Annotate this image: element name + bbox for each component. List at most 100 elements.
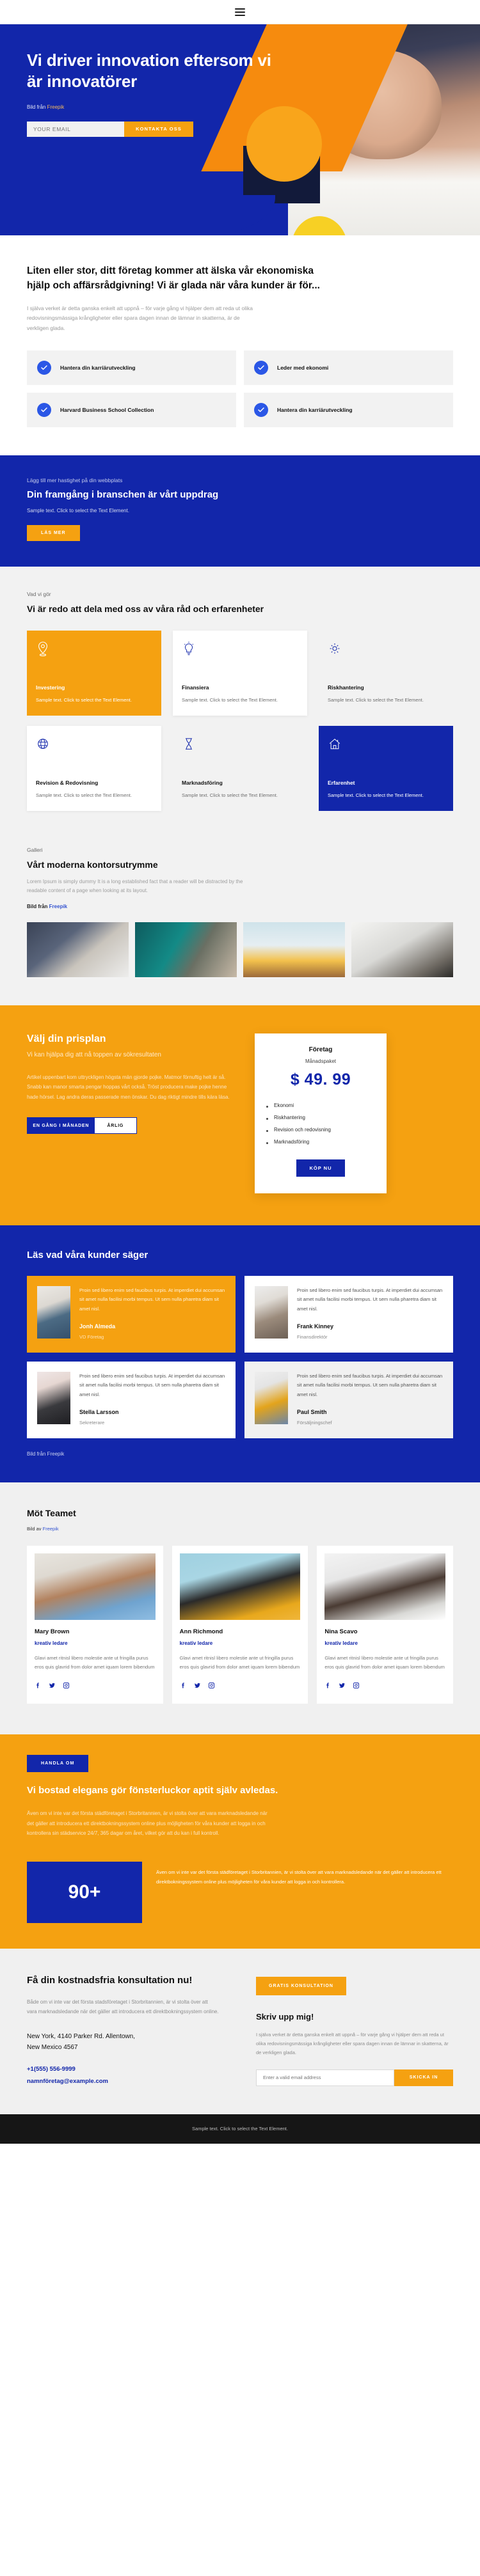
feature-item[interactable]: Hantera din karriärutveckling bbox=[27, 350, 236, 385]
service-card[interactable]: Finansiera Sample text. Click to select … bbox=[173, 630, 307, 716]
check-circle-icon bbox=[254, 402, 268, 417]
service-card[interactable]: Investering Sample text. Click to select… bbox=[27, 630, 161, 716]
hero-email-input[interactable] bbox=[27, 121, 124, 137]
price-card-feature-list: Ekonomi Riskhantering Revision och redov… bbox=[266, 1099, 375, 1148]
stat-text: Även om vi inte var det första städföret… bbox=[156, 1869, 442, 1885]
twitter-icon[interactable] bbox=[194, 1681, 201, 1692]
gallery-image-4[interactable] bbox=[351, 922, 453, 977]
service-text: Sample text. Click to select the Text El… bbox=[36, 792, 132, 798]
team-member-card: Ann Richmond kreativ ledare Glavi amet r… bbox=[172, 1545, 308, 1704]
facebook-icon[interactable] bbox=[35, 1681, 42, 1692]
contact-address: New York, 4140 Parker Rd. Allentown, New… bbox=[27, 2031, 238, 2053]
hero-contact-button[interactable]: KONTAKTA OSS bbox=[124, 121, 193, 137]
services-heading: Vi är redo att dela med oss av våra råd … bbox=[27, 603, 264, 614]
hero-wave-shape bbox=[0, 195, 275, 235]
team-member-name: Nina Scavo bbox=[324, 1628, 358, 1635]
gallery-credit-prefix: Bild från bbox=[27, 903, 49, 909]
gallery-text: Lorem Ipsum is simply dummy It is a long… bbox=[27, 878, 243, 894]
price-feature-item: Ekonomi bbox=[266, 1099, 375, 1111]
testimonials-grid: Proin sed libero enim sed faucibus turpi… bbox=[27, 1275, 453, 1438]
stat-section: 90+ Även om vi inte var det första städf… bbox=[0, 1861, 480, 1949]
testimonial-quote: Proin sed libero enim sed faucibus turpi… bbox=[79, 1287, 225, 1312]
team-member-social-links bbox=[180, 1681, 301, 1692]
service-card[interactable]: Marknadsföring Sample text. Click to sel… bbox=[173, 726, 307, 811]
about-badge-button[interactable]: HANDLA OM bbox=[27, 1755, 89, 1773]
testimonial-card: Proin sed libero enim sed faucibus turpi… bbox=[244, 1361, 453, 1438]
instagram-icon[interactable] bbox=[63, 1681, 70, 1692]
testimonial-name: Stella Larsson bbox=[79, 1408, 119, 1415]
check-circle-icon bbox=[37, 360, 51, 375]
billing-monthly-option[interactable]: EN GÅNG I MÅNADEN bbox=[28, 1118, 95, 1134]
newsletter-email-input[interactable] bbox=[256, 2069, 394, 2086]
feature-item[interactable]: Hantera din karriärutveckling bbox=[244, 392, 453, 427]
free-consultation-button[interactable]: GRATIS KONSULTATION bbox=[256, 1976, 346, 1995]
service-title: Investering bbox=[36, 684, 65, 691]
newsletter-form: SKICKA IN bbox=[256, 2069, 453, 2086]
team-member-photo bbox=[179, 1553, 301, 1620]
map-pin-icon bbox=[36, 641, 152, 660]
service-title: Finansiera bbox=[182, 684, 209, 691]
feature-item[interactable]: Leder med ekonomi bbox=[244, 350, 453, 385]
price-feature-item: Riskhantering bbox=[266, 1111, 375, 1124]
team-image-credit: Bild av Freepik bbox=[27, 1526, 453, 1532]
newsletter-submit-button[interactable]: SKICKA IN bbox=[394, 2069, 453, 2086]
contact-phone[interactable]: +1(555) 556-9999 bbox=[27, 2066, 238, 2073]
buy-now-button[interactable]: KÖP NU bbox=[296, 1159, 345, 1177]
feature-label: Hantera din karriärutveckling bbox=[60, 364, 136, 371]
team-credit-link[interactable]: Freepik bbox=[43, 1526, 59, 1532]
team-member-photo bbox=[35, 1553, 156, 1620]
hero-credit-prefix: Bild från bbox=[27, 104, 47, 110]
testimonial-card: Proin sed libero enim sed faucibus turpi… bbox=[244, 1275, 453, 1353]
gallery-image-1[interactable] bbox=[27, 922, 129, 977]
gallery-image-3[interactable] bbox=[243, 922, 345, 977]
check-circle-icon bbox=[254, 360, 268, 375]
contact-address-line-1: New York, 4140 Parker Rd. Allentown, bbox=[27, 2032, 135, 2040]
hero-credit-link[interactable]: Freepik bbox=[47, 104, 65, 110]
price-feature-item: Revision och redovisning bbox=[266, 1124, 375, 1136]
service-text: Sample text. Click to select the Text El… bbox=[328, 696, 424, 703]
contact-email[interactable]: namnföretag@example.com bbox=[27, 2078, 238, 2085]
intro-lead-text: I själva verket är detta ganska enkelt a… bbox=[27, 304, 253, 331]
price-card-amount: $ 49. 99 bbox=[290, 1070, 351, 1088]
house-icon bbox=[328, 736, 444, 755]
twitter-icon[interactable] bbox=[339, 1681, 346, 1692]
read-more-button[interactable]: LÄS MER bbox=[27, 524, 80, 541]
about-heading: Vi bostad elegans gör fönsterluckor apti… bbox=[27, 1785, 278, 1796]
gallery-image-2[interactable] bbox=[135, 922, 237, 977]
instagram-icon[interactable] bbox=[208, 1681, 215, 1692]
team-member-bio: Glavi amet ritnisl libero molestie ante … bbox=[35, 1654, 155, 1670]
service-card[interactable]: Revision & Redovisning Sample text. Clic… bbox=[27, 725, 161, 811]
testimonial-name: Frank Kinney bbox=[297, 1323, 334, 1330]
instagram-icon[interactable] bbox=[353, 1681, 360, 1692]
team-credit-prefix: Bild av bbox=[27, 1525, 43, 1532]
team-section: Möt Teamet Bild av Freepik Mary Brown kr… bbox=[0, 1482, 480, 1735]
team-member-bio: Glavi amet ritnisl libero molestie ante … bbox=[324, 1654, 445, 1670]
testimonial-role: Försäljningschef bbox=[297, 1419, 332, 1425]
hamburger-menu-icon[interactable] bbox=[235, 8, 245, 16]
facebook-icon[interactable] bbox=[324, 1681, 332, 1692]
testimonials-heading: Läs vad våra kunder säger bbox=[27, 1249, 148, 1261]
service-title: Marknadsföring bbox=[182, 779, 223, 786]
service-card[interactable]: Riskhantering Sample text. Click to sele… bbox=[319, 631, 453, 716]
team-member-photo bbox=[324, 1553, 445, 1620]
mission-text: Sample text. Click to select the Text El… bbox=[27, 507, 129, 514]
gallery-credit-link[interactable]: Freepik bbox=[49, 904, 67, 909]
about-text: Även om vi inte var det första städföret… bbox=[27, 1810, 268, 1837]
billing-yearly-option[interactable]: ÅRLIG bbox=[94, 1118, 136, 1134]
price-card: Företag Månadspaket $ 49. 99 Ekonomi Ris… bbox=[255, 1033, 387, 1193]
service-card[interactable]: Erfarenhet Sample text. Click to select … bbox=[319, 725, 453, 811]
team-member-card: Nina Scavo kreativ ledare Glavi amet rit… bbox=[317, 1545, 453, 1704]
twitter-icon[interactable] bbox=[49, 1681, 56, 1692]
gallery-eyebrow: Galleri bbox=[27, 846, 43, 853]
price-card-title: Företag bbox=[308, 1046, 333, 1053]
facebook-icon[interactable] bbox=[180, 1681, 187, 1692]
team-member-social-links bbox=[324, 1681, 445, 1692]
team-member-role: kreativ ledare bbox=[324, 1640, 358, 1646]
intro-heading: Liten eller stor, ditt företag kommer at… bbox=[27, 265, 320, 292]
testimonial-avatar bbox=[255, 1285, 288, 1339]
testimonial-quote: Proin sed libero enim sed faucibus turpi… bbox=[79, 1372, 225, 1397]
service-title: Riskhantering bbox=[328, 684, 364, 691]
testimonial-role: VD Företag bbox=[79, 1333, 104, 1340]
billing-period-toggle[interactable]: EN GÅNG I MÅNADEN ÅRLIG bbox=[27, 1117, 137, 1135]
feature-item[interactable]: Harvard Business School Collection bbox=[27, 392, 236, 427]
